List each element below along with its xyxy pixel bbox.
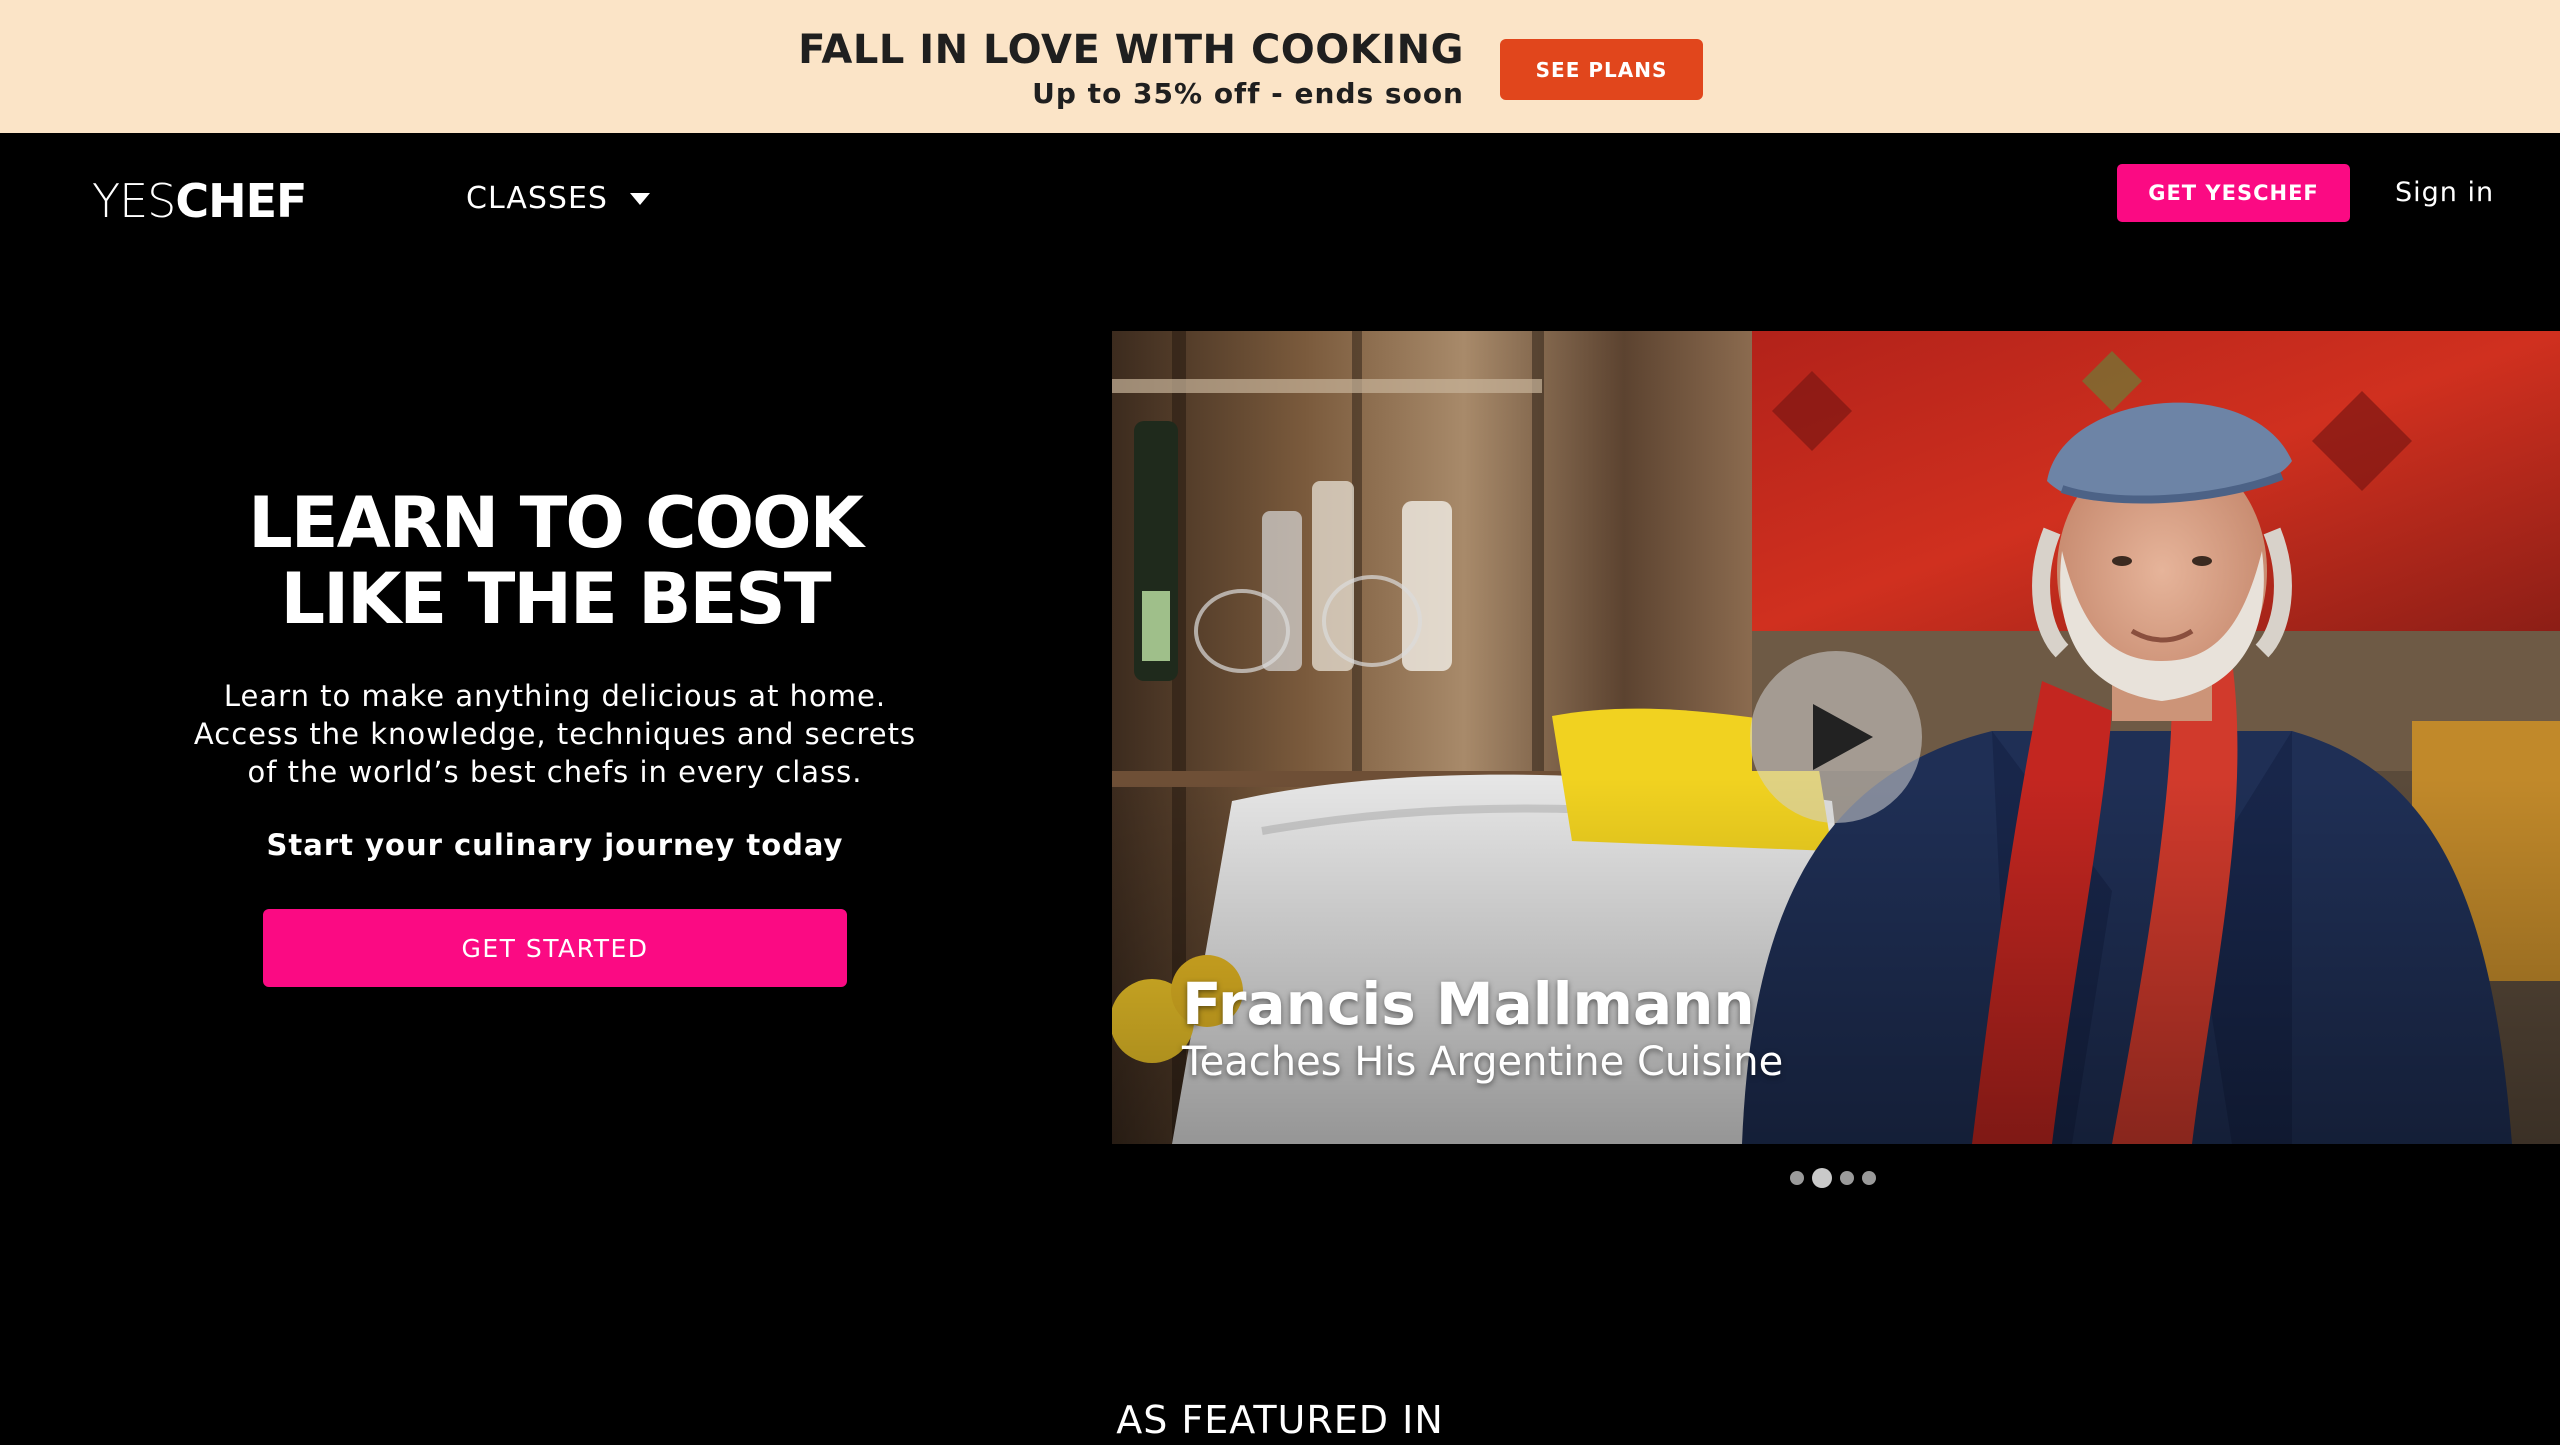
hero-desc-line: Access the knowledge, techniques and sec… xyxy=(193,717,917,751)
carousel-dots xyxy=(1790,1168,1876,1188)
logo-light-text: YES xyxy=(92,174,176,228)
hero-video[interactable]: Francis Mallmann Teaches His Argentine C… xyxy=(1112,331,2560,1144)
featured-heading: AS FEATURED IN xyxy=(1116,1398,1444,1442)
sign-in-link[interactable]: Sign in xyxy=(2395,175,2494,211)
hero-title-line: LEARN TO COOK xyxy=(248,482,864,564)
hero-cta-text: Start your culinary journey today xyxy=(266,828,844,862)
promo-text: FALL IN LOVE WITH COOKING Up to 35% off … xyxy=(798,26,1464,114)
top-nav: YESCHEF CLASSES GET YESCHEF Sign in xyxy=(0,133,2560,268)
yeschef-logo[interactable]: YESCHEF xyxy=(92,173,307,229)
hero-desc-line: Learn to make anything delicious at home… xyxy=(223,679,887,713)
carousel-dot[interactable] xyxy=(1790,1171,1804,1185)
carousel-dot[interactable] xyxy=(1840,1171,1854,1185)
chevron-down-icon xyxy=(629,193,650,205)
carousel-dot[interactable] xyxy=(1862,1171,1876,1185)
hero-desc-line: of the world’s best chefs in every class… xyxy=(247,755,863,789)
chef-subtitle: Teaches His Argentine Cuisine xyxy=(1182,1039,1784,1085)
chef-name: Francis Mallmann xyxy=(1182,970,1755,1038)
get-yeschef-button[interactable]: GET YESCHEF xyxy=(2117,164,2350,222)
classes-menu[interactable]: CLASSES xyxy=(466,179,650,219)
hero-copy: LEARN TO COOK LIKE THE BEST Learn to mak… xyxy=(180,485,930,865)
promo-subtitle: Up to 35% off - ends soon xyxy=(1032,77,1464,110)
get-started-button[interactable]: GET STARTED xyxy=(263,909,847,987)
carousel-dot-active[interactable] xyxy=(1812,1168,1832,1188)
hero-title: LEARN TO COOK LIKE THE BEST xyxy=(180,485,930,637)
logo-bold-text: CHEF xyxy=(175,174,307,228)
play-icon xyxy=(1813,704,1873,770)
promo-title: FALL IN LOVE WITH COOKING xyxy=(798,27,1464,73)
play-button[interactable] xyxy=(1750,651,1922,823)
video-caption: Francis Mallmann Teaches His Argentine C… xyxy=(1182,971,1783,1087)
hero-title-line: LIKE THE BEST xyxy=(280,558,832,640)
classes-label: CLASSES xyxy=(466,181,608,216)
see-plans-button[interactable]: SEE PLANS xyxy=(1500,39,1703,100)
promo-banner: FALL IN LOVE WITH COOKING Up to 35% off … xyxy=(0,0,2560,133)
hero-description: Learn to make anything delicious at home… xyxy=(180,677,930,791)
